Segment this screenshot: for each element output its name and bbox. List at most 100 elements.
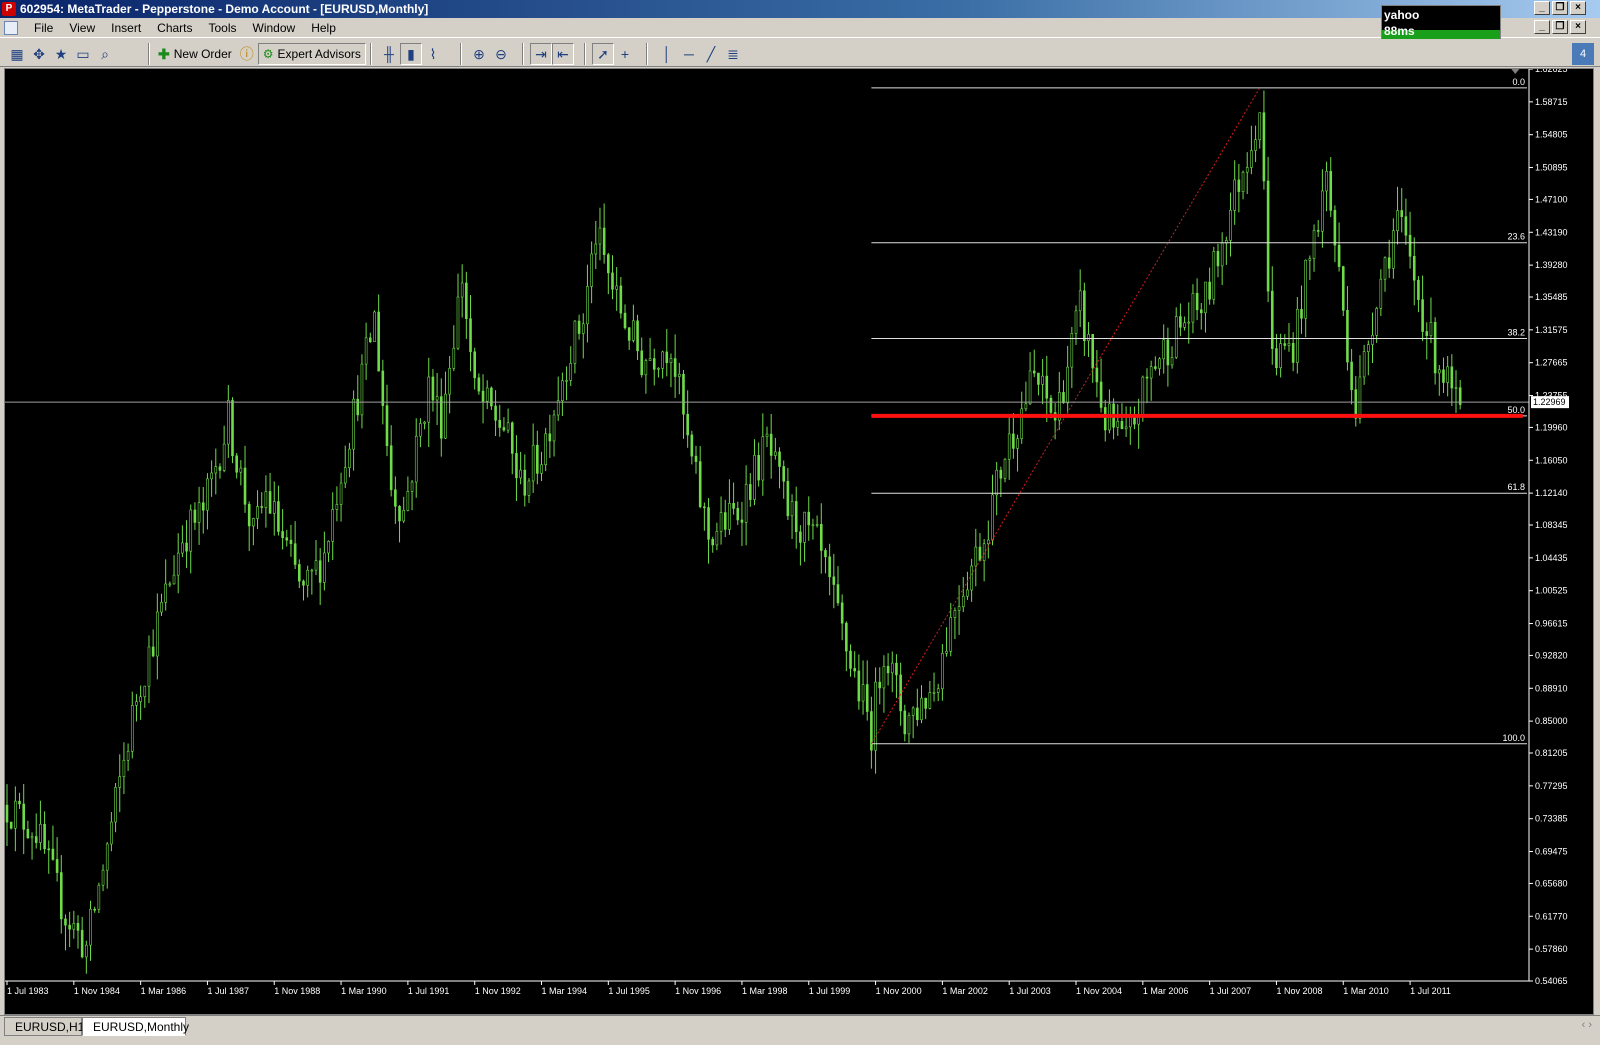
periodicity-icon[interactable]: 4	[1572, 43, 1594, 65]
chart-shift-icon[interactable]: ⇤	[552, 43, 574, 65]
menu-charts[interactable]: Charts	[149, 20, 200, 36]
favorites-icon[interactable]: ★	[50, 43, 72, 65]
candle-body	[289, 539, 293, 544]
menu-help[interactable]: Help	[303, 20, 344, 36]
restore-icon[interactable]: ❐	[1552, 1, 1568, 15]
alert-icon[interactable]: ⓘ	[236, 43, 258, 65]
candle-body	[840, 602, 844, 624]
ping-server-label: yahoo	[1384, 8, 1420, 22]
candle-body	[1321, 190, 1324, 232]
candle-body	[1270, 290, 1274, 349]
candle-body	[619, 285, 623, 314]
candle-body	[160, 601, 163, 613]
time-tick-label: 1 Jul 2011	[1410, 986, 1451, 996]
candle-body	[1158, 358, 1161, 369]
candle-body	[456, 296, 460, 349]
candle-body	[402, 510, 406, 522]
candle-body	[1120, 421, 1124, 430]
candle-body	[1041, 375, 1044, 385]
chart-window-icon[interactable]	[4, 21, 18, 35]
menu-view[interactable]: View	[61, 20, 103, 36]
candle-body	[1154, 366, 1157, 369]
price-tick-label: 1.08345	[1535, 520, 1568, 530]
trendline-icon[interactable]: ╱	[700, 43, 722, 65]
candle-body	[327, 541, 330, 554]
horizontal-line-icon[interactable]: ─	[678, 43, 700, 65]
candle-body	[623, 312, 627, 329]
line-chart-icon[interactable]: ⌇	[422, 43, 444, 65]
candle-body	[911, 707, 915, 716]
minimize-icon[interactable]: _	[1534, 1, 1550, 15]
candle-body	[778, 451, 781, 467]
tab-eurusd-h1[interactable]: EURUSD,H1	[4, 1017, 84, 1036]
zoom-out-icon[interactable]: ⊖	[490, 43, 512, 65]
new-order-button[interactable]: ✚ New Order	[154, 43, 236, 65]
expert-advisors-button[interactable]: ⚙ Expert Advisors	[257, 43, 366, 65]
candle-body	[907, 715, 911, 735]
price-tick-label: 0.81205	[1535, 748, 1568, 758]
price-chart[interactable]: 0.023.638.250.061.8100.0 1.626251.587151…	[5, 69, 1595, 1016]
chart-close-icon[interactable]: ×	[1570, 20, 1586, 34]
candle-body	[1062, 392, 1065, 404]
price-tick-label: 0.61770	[1535, 911, 1568, 921]
candle-body	[452, 347, 456, 369]
chart-restore-icon[interactable]: ❐	[1552, 20, 1568, 34]
candle-body	[151, 646, 155, 657]
close-icon[interactable]: ×	[1570, 1, 1586, 15]
strategy-tester-icon[interactable]: ⌕	[94, 43, 116, 65]
terminal-icon[interactable]: ▭	[72, 43, 94, 65]
tab-eurusd-monthly[interactable]: EURUSD,Monthly	[82, 1017, 189, 1036]
auto-scroll-icon[interactable]: ⇥	[530, 43, 552, 65]
candle-body	[1446, 366, 1449, 383]
candle-body	[1275, 348, 1278, 369]
candle-body	[1103, 407, 1107, 431]
time-tick-label: 1 Mar 2002	[942, 986, 988, 996]
new-chart-icon[interactable]: ▦	[6, 43, 28, 65]
candle-body	[1346, 310, 1349, 363]
candle-body	[711, 539, 715, 546]
chart-minimize-icon[interactable]: _	[1534, 20, 1550, 34]
zoom-in-icon[interactable]: ⊕	[468, 43, 490, 65]
candle-body	[1454, 387, 1458, 390]
candle-body	[352, 398, 355, 450]
candle-body	[1266, 180, 1270, 292]
candle-body	[966, 589, 969, 597]
chart-window[interactable]: 0.0 23.6 38.2 50.0 61.8 100.0 1.62625 1.58715 1…	[4, 68, 1594, 1015]
price-tick-label: 0.73385	[1535, 814, 1568, 824]
candle-body	[761, 436, 765, 481]
time-tick-label: 1 Nov 2004	[1076, 986, 1122, 996]
candle-body	[1024, 403, 1028, 410]
candle-body	[444, 393, 447, 439]
menu-insert[interactable]: Insert	[103, 20, 149, 36]
candle-body	[55, 859, 59, 873]
navigator-icon[interactable]: ✥	[28, 43, 50, 65]
candle-body	[1212, 251, 1216, 300]
menu-tools[interactable]: Tools	[201, 20, 245, 36]
candlestick-icon[interactable]: ▮	[400, 43, 422, 65]
tab-scroll-arrows[interactable]: ‹ ›	[1582, 1019, 1592, 1031]
candle-body	[435, 396, 439, 401]
menu-window[interactable]: Window	[245, 20, 304, 36]
vertical-line-icon[interactable]: │	[656, 43, 678, 65]
candle-body	[1425, 331, 1429, 336]
candle-body	[419, 423, 422, 437]
time-tick-label: 1 Jul 1983	[7, 986, 49, 996]
bar-chart-icon[interactable]: ╫	[378, 43, 400, 65]
fibonacci-icon[interactable]: ≣	[722, 43, 744, 65]
price-axis: 1.62625 1.58715 1.54805 1.50895 1.47100 1.431…	[1528, 69, 1569, 986]
toolbar-separator	[148, 43, 150, 65]
crosshair-icon[interactable]: +	[614, 43, 636, 65]
menu-file[interactable]: File	[26, 20, 61, 36]
candle-body	[498, 419, 502, 428]
cursor-icon[interactable]: ➚	[592, 43, 614, 65]
window-controls: _ ❐ ×	[1534, 1, 1586, 17]
candle-body	[544, 433, 547, 466]
fib-level-label: 100.0	[1502, 733, 1525, 743]
window-title: 602954: MetaTrader - Pepperstone - Demo …	[20, 2, 429, 16]
candle-body	[51, 848, 55, 860]
toolbar-group-8: 4	[1572, 43, 1594, 65]
candle-body	[398, 505, 401, 522]
candle-body	[18, 800, 21, 805]
candle-body	[928, 692, 932, 709]
candle-body	[110, 821, 113, 845]
